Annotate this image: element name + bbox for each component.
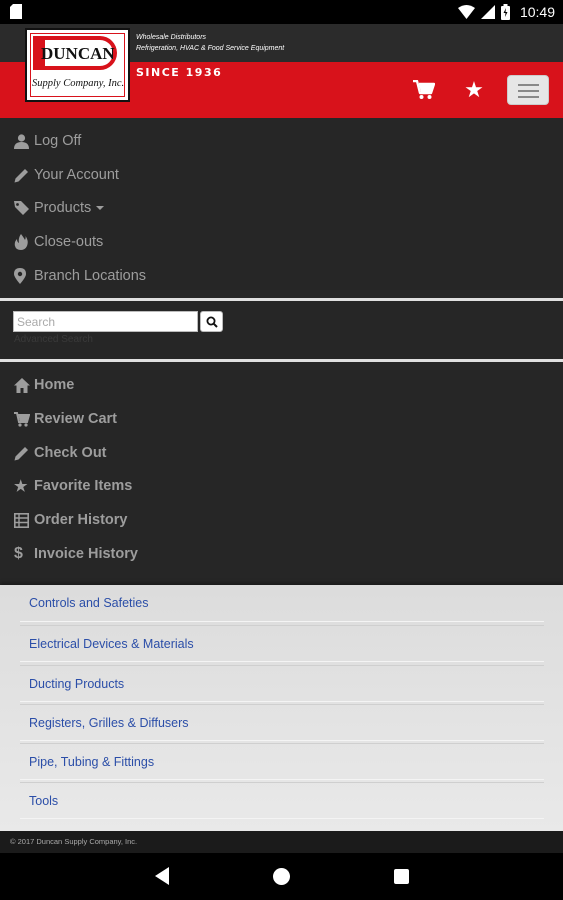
logo-brand-name: DUNCAN bbox=[41, 44, 115, 63]
dropdown-item-electrical[interactable]: Electrical Devices & Materials bbox=[20, 625, 544, 662]
nav-check-out[interactable]: Check Out bbox=[14, 441, 107, 465]
dropdown-item-registers-grilles[interactable]: Registers, Grilles & Diffusers bbox=[20, 704, 544, 741]
nav-favorite-items[interactable]: ★ Favorite Items bbox=[14, 474, 132, 498]
divider bbox=[0, 298, 563, 301]
search-input[interactable] bbox=[13, 311, 198, 332]
nav-label: Branch Locations bbox=[34, 268, 147, 284]
recent-apps-icon[interactable] bbox=[394, 869, 409, 884]
duncan-logo[interactable]: DUNCAN Supply Company, Inc. bbox=[25, 28, 130, 102]
dropdown-item-tools[interactable]: Tools bbox=[20, 782, 544, 819]
tag-icon bbox=[14, 199, 32, 217]
hamburger-line bbox=[518, 84, 539, 86]
nav-home[interactable]: Home bbox=[14, 373, 74, 397]
nav-order-history[interactable]: Order History bbox=[14, 508, 127, 532]
sd-card-icon bbox=[10, 4, 22, 19]
pencil-icon bbox=[14, 166, 32, 184]
nav-label: Favorite Items bbox=[34, 478, 133, 494]
nav-invoice-history[interactable]: $ Invoice History bbox=[14, 542, 138, 566]
nav-products[interactable]: Products bbox=[14, 196, 105, 220]
header-star-icon[interactable]: ★ bbox=[462, 77, 486, 102]
nav-label: Home bbox=[34, 377, 75, 393]
dollar-icon: $ bbox=[14, 545, 23, 562]
nav-close-outs[interactable]: Close-outs bbox=[14, 230, 103, 254]
dropdown-item-pipe-tubing[interactable]: Pipe, Tubing & Fittings bbox=[20, 743, 544, 780]
nav-log-off[interactable]: Log Off bbox=[14, 129, 81, 153]
back-icon[interactable] bbox=[155, 867, 169, 885]
battery-icon bbox=[500, 4, 510, 20]
map-marker-icon bbox=[14, 267, 32, 285]
nav-label: Invoice History bbox=[34, 546, 138, 562]
nav-label: Products bbox=[34, 200, 92, 216]
nav-your-account[interactable]: Your Account bbox=[14, 163, 119, 187]
nav-label: Review Cart bbox=[34, 411, 118, 427]
nav-label: Your Account bbox=[34, 167, 119, 183]
header-cart-icon[interactable] bbox=[412, 78, 436, 102]
cart-icon bbox=[14, 410, 32, 428]
nav-branch-locations[interactable]: Branch Locations bbox=[14, 264, 146, 288]
footer-copyright: © 2017 Duncan Supply Company, Inc. bbox=[0, 831, 563, 853]
list-icon bbox=[14, 511, 32, 529]
logo-brand-subtitle: Supply Company, Inc. bbox=[32, 78, 125, 89]
search-button[interactable] bbox=[200, 311, 223, 332]
home-button-icon[interactable] bbox=[273, 868, 290, 885]
user-icon bbox=[14, 132, 32, 150]
divider bbox=[0, 359, 563, 362]
home-icon bbox=[14, 376, 32, 394]
search-icon bbox=[206, 316, 218, 328]
tagline: Wholesale Distributors Refrigeration, HV… bbox=[136, 32, 284, 54]
tagline-line-2: Refrigeration, HVAC & Food Service Equip… bbox=[136, 45, 285, 52]
nav-label: Check Out bbox=[34, 445, 107, 461]
advanced-search-link[interactable]: Advanced Search bbox=[14, 334, 93, 345]
products-dropdown: Controls and Safeties Electrical Devices… bbox=[0, 585, 563, 831]
signal-icon bbox=[480, 5, 495, 19]
status-bar: 10:49 bbox=[0, 0, 563, 24]
tagline-line-1: Wholesale Distributors bbox=[136, 34, 207, 41]
caret-down-icon bbox=[96, 206, 105, 210]
star-icon: ★ bbox=[14, 478, 28, 495]
nav-label: Log Off bbox=[34, 133, 82, 149]
status-indicators: 10:49 bbox=[457, 2, 555, 22]
since-badge: SINCE 1936 bbox=[132, 65, 227, 81]
dropdown-item-controls-safeties[interactable]: Controls and Safeties bbox=[20, 585, 544, 622]
nav-label: Order History bbox=[34, 512, 128, 528]
dropdown-item-ducting[interactable]: Ducting Products bbox=[20, 665, 544, 702]
hamburger-line bbox=[518, 90, 539, 92]
clock: 10:49 bbox=[519, 4, 555, 20]
pencil-icon bbox=[14, 444, 32, 462]
menu-toggle-button[interactable] bbox=[507, 75, 549, 105]
nav-review-cart[interactable]: Review Cart bbox=[14, 407, 117, 431]
nav-label: Close-outs bbox=[34, 234, 104, 250]
fire-icon bbox=[14, 233, 32, 251]
android-nav-bar bbox=[0, 853, 563, 900]
hamburger-line bbox=[518, 96, 539, 98]
wifi-icon bbox=[457, 5, 475, 19]
